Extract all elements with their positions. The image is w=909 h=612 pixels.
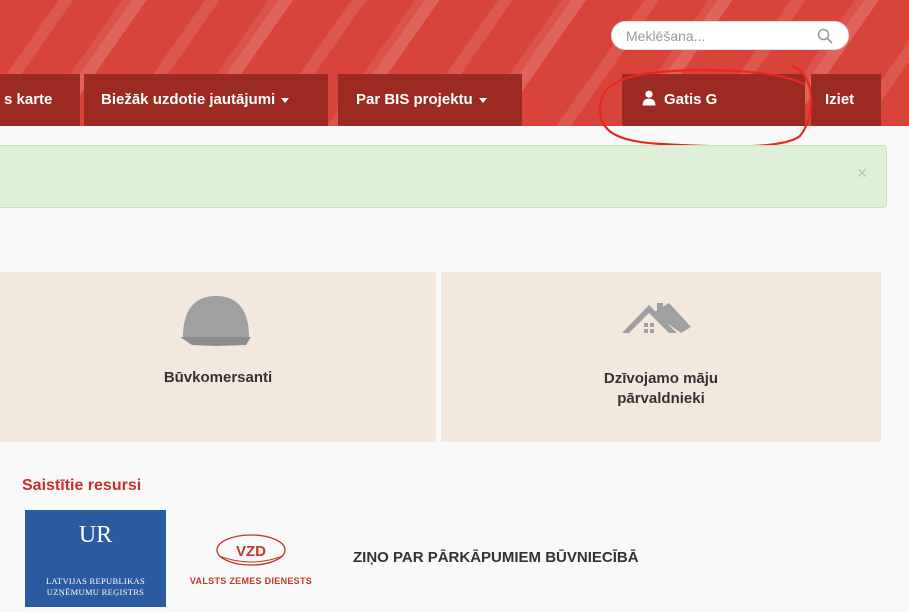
svg-text:VZD: VZD xyxy=(236,543,266,560)
nav-item-map-label: s karte xyxy=(4,91,53,108)
card-managers[interactable]: Dzīvojamo māju pārvaldnieki xyxy=(441,272,881,442)
success-alert xyxy=(0,145,887,208)
nav-item-faq-label: Biežāk uzdotie jautājumi xyxy=(101,91,276,108)
logout-label: Iziet xyxy=(825,91,855,108)
house-icon xyxy=(622,303,691,333)
vzd-logo-link[interactable]: VZD VALSTS ZEMES DIENESTS xyxy=(178,530,324,592)
vzd-logo-name: VALSTS ZEMES DIENESTS xyxy=(189,576,313,586)
logout-button[interactable]: Iziet xyxy=(811,74,881,126)
ur-logo-link[interactable]: UR LATVIJAS REPUBLIKAS UZŅĒMUMU REĢISTRS xyxy=(25,510,166,607)
close-icon[interactable]: × xyxy=(852,163,872,183)
search-input[interactable] xyxy=(626,26,816,46)
card-builders[interactable]: Būvkomersanti xyxy=(0,272,436,442)
redacted-area xyxy=(727,84,799,120)
hard-hat-icon xyxy=(180,296,251,346)
ur-logo-abbr: UR xyxy=(78,522,113,548)
card-managers-label-line1: Dzīvojamo māju xyxy=(603,370,719,387)
nav-item-faq[interactable]: Biežāk uzdotie jautājumi xyxy=(84,74,328,126)
card-builders-label: Būvkomersanti xyxy=(163,369,273,386)
user-name: Gatis G xyxy=(664,91,718,108)
chevron-down-icon xyxy=(281,97,290,103)
nav-item-map[interactable]: s karte xyxy=(0,74,80,126)
related-resources-title: Saistītie resursi xyxy=(22,477,142,494)
search-box[interactable] xyxy=(611,21,849,50)
ur-logo-line2: UZŅĒMUMU REĢISTRS xyxy=(46,587,145,597)
chevron-down-icon xyxy=(478,97,487,103)
ur-logo-line1: LATVIJAS REPUBLIKAS xyxy=(46,576,145,586)
nav-item-about-label: Par BIS projektu xyxy=(356,91,473,108)
report-violations-link[interactable]: ZIŅO PAR PĀRKĀPUMIEM BŪVNIECĪBĀ xyxy=(353,549,639,566)
search-icon[interactable] xyxy=(816,27,834,45)
site-header: s karte Biežāk uzdotie jautājumi Par BIS… xyxy=(0,0,909,126)
vzd-logo-mark: VZD xyxy=(216,534,286,566)
nav-item-about[interactable]: Par BIS projektu xyxy=(338,74,522,126)
user-icon xyxy=(642,90,656,106)
card-managers-label-line2: pārvaldnieki xyxy=(617,390,705,407)
